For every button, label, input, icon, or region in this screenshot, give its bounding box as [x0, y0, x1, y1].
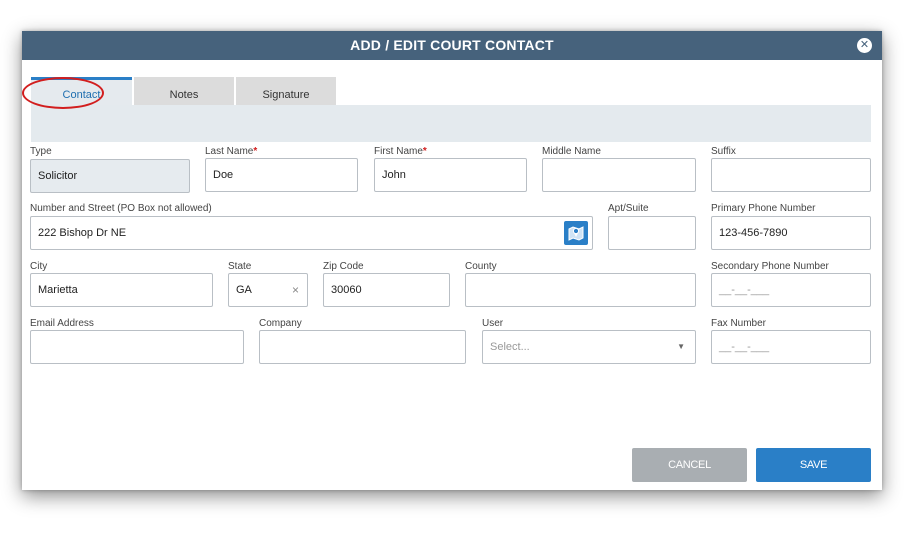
email-label: Email Address	[30, 318, 94, 329]
map-icon[interactable]	[564, 221, 588, 245]
tab-notes[interactable]: Notes	[134, 77, 234, 105]
middle-name-input[interactable]	[542, 158, 696, 192]
user-select[interactable]: Select... ▼	[482, 330, 696, 364]
apt-suite-label: Apt/Suite	[608, 203, 649, 214]
required-marker: *	[422, 146, 427, 157]
fax-placeholder: __-__-___	[719, 341, 770, 353]
save-button[interactable]: SAVE	[756, 448, 871, 482]
type-label: Type	[30, 146, 52, 157]
county-input[interactable]	[465, 273, 696, 307]
apt-suite-input[interactable]	[608, 216, 696, 250]
suffix-label: Suffix	[711, 146, 736, 157]
first-name-input[interactable]: John	[374, 158, 527, 192]
state-label: State	[228, 261, 252, 272]
user-placeholder: Select...	[490, 341, 530, 353]
dialog-title: ADD / EDIT COURT CONTACT	[22, 31, 882, 60]
user-label: User	[482, 318, 504, 329]
city-input[interactable]: Marietta	[30, 273, 213, 307]
county-label: County	[465, 261, 497, 272]
email-input[interactable]	[30, 330, 244, 364]
secondary-phone-input[interactable]: __-__-___	[711, 273, 871, 307]
secondary-phone-label: Secondary Phone Number	[711, 261, 829, 272]
tab-signature[interactable]: Signature	[236, 77, 336, 105]
middle-name-label: Middle Name	[542, 146, 601, 157]
primary-phone-label: Primary Phone Number	[711, 203, 816, 214]
company-label: Company	[259, 318, 302, 329]
zip-label: Zip Code	[323, 261, 364, 272]
state-value: GA	[236, 284, 252, 296]
city-label: City	[30, 261, 48, 272]
required-marker: *	[253, 146, 258, 157]
fax-input[interactable]: __-__-___	[711, 330, 871, 364]
suffix-input[interactable]	[711, 158, 871, 192]
court-contact-dialog: ADD / EDIT COURT CONTACT ✕ Contact Notes…	[22, 31, 882, 490]
primary-phone-input[interactable]: 123-456-7890	[711, 216, 871, 250]
street-input[interactable]: 222 Bishop Dr NE	[30, 216, 593, 250]
type-field: Solicitor	[30, 159, 190, 193]
chevron-down-icon[interactable]: ▼	[677, 331, 685, 363]
street-value: 222 Bishop Dr NE	[38, 227, 127, 239]
cancel-button[interactable]: CANCEL	[632, 448, 747, 482]
last-name-input[interactable]: Doe	[205, 158, 358, 192]
last-name-label: Last Name*	[205, 146, 258, 157]
fax-label: Fax Number	[711, 318, 767, 329]
street-label: Number and Street (PO Box not allowed)	[30, 203, 212, 214]
tab-content-band	[31, 105, 871, 142]
first-name-label: First Name*	[374, 146, 427, 157]
close-icon[interactable]: ✕	[857, 38, 872, 53]
company-input[interactable]	[259, 330, 466, 364]
secondary-phone-placeholder: __-__-___	[719, 284, 770, 296]
highlight-ring	[22, 77, 104, 109]
clear-icon[interactable]: ×	[292, 274, 299, 306]
state-select[interactable]: GA ×	[228, 273, 308, 307]
zip-input[interactable]: 30060	[323, 273, 450, 307]
